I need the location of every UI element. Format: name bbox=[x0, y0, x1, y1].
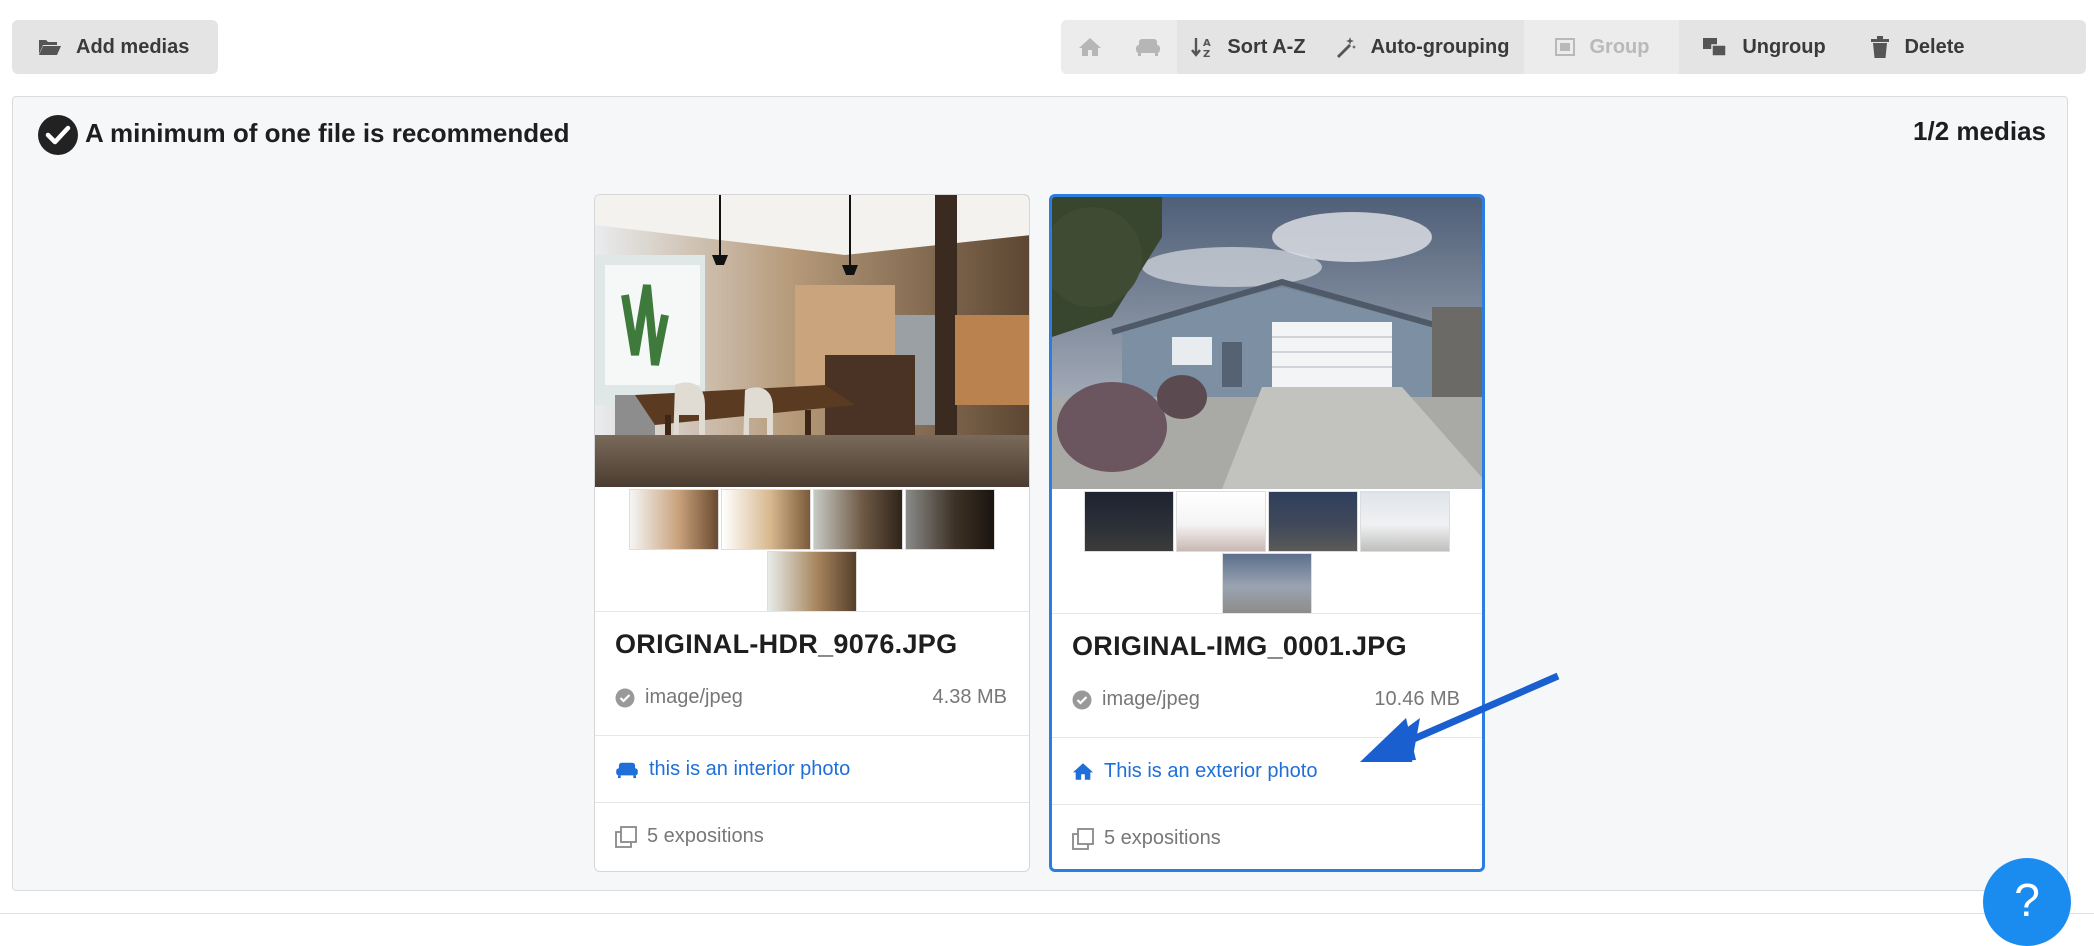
annotation-arrow bbox=[1360, 672, 1560, 762]
page-bottom-edge bbox=[0, 913, 2094, 929]
help-button[interactable]: ? bbox=[1983, 858, 2071, 946]
